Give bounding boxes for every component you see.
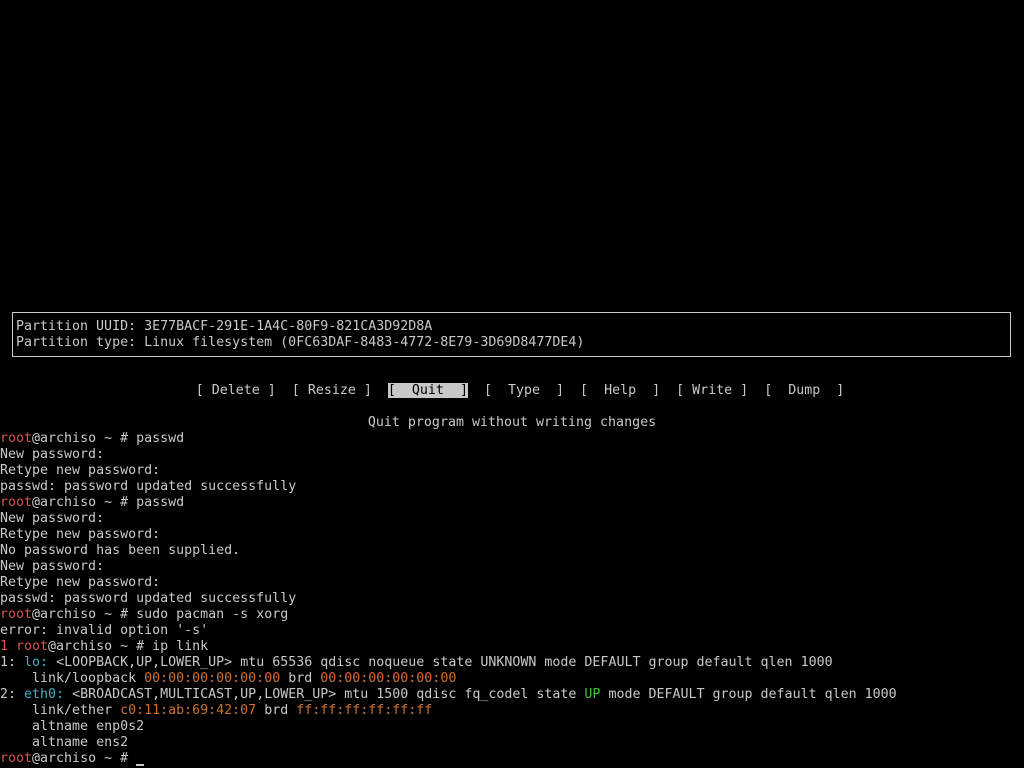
terminal-line: root@archiso ~ # passwd — [0, 495, 184, 511]
terminal-line: 2: eth0: <BROADCAST,MULTICAST,UP,LOWER_U… — [0, 687, 897, 703]
interface-index: 1: — [0, 655, 25, 670]
command-text: ip link — [152, 639, 209, 654]
prompt-host: @archiso ~ # — [32, 751, 137, 766]
interface-name: eth0: — [24, 687, 65, 702]
exit-status: 1 — [0, 639, 17, 654]
state-up: UP — [584, 687, 601, 702]
interface-name: lo: — [24, 655, 49, 670]
terminal-line: New password: — [0, 447, 105, 462]
partition-uuid: Partition UUID: 3E77BACF-291E-1A4C-80F9-… — [16, 319, 433, 334]
terminal-line: New password: — [0, 511, 105, 526]
terminal-line: New password: — [0, 559, 105, 574]
delete-button[interactable]: [ Delete ] — [196, 383, 276, 398]
interface-details: mode DEFAULT group default qlen 1000 — [600, 687, 897, 702]
prompt-host: @archiso ~ # — [32, 495, 137, 510]
terminal-line: error: invalid option '-s' — [0, 623, 209, 638]
command-text: sudo pacman -s xorg — [136, 607, 289, 622]
interface-flags: <LOOPBACK,UP,LOWER_UP> mtu 65536 qdisc n… — [48, 655, 833, 670]
interface-index: 2: — [0, 687, 25, 702]
terminal-input-line[interactable]: root@archiso ~ # — [0, 751, 145, 767]
terminal-line: root@archiso ~ # sudo pacman -s xorg — [0, 607, 288, 623]
prompt-user: root — [16, 639, 49, 654]
terminal-line: 1: lo: <LOOPBACK,UP,LOWER_UP> mtu 65536 … — [0, 655, 833, 671]
terminal-line: root@archiso ~ # passwd — [0, 431, 184, 447]
terminal-line: link/ether c0:11:ab:69:42:07 brd ff:ff:f… — [0, 703, 432, 719]
prompt-host: @archiso ~ # — [48, 639, 153, 654]
cursor — [136, 764, 145, 766]
terminal-line: altname ens2 — [0, 735, 129, 750]
terminal-line: Retype new password: — [0, 463, 161, 478]
command-text: passwd — [136, 495, 185, 510]
link-label: link/ether — [0, 703, 121, 718]
prompt-host: @archiso ~ # — [32, 431, 137, 446]
mac-address: c0:11:ab:69:42:07 — [120, 703, 257, 718]
type-button[interactable]: [ Type ] — [484, 383, 564, 398]
prompt-user: root — [0, 495, 33, 510]
interface-flags: <BROADCAST,MULTICAST,UP,LOWER_UP> mtu 15… — [64, 687, 585, 702]
terminal-line: passwd: password updated successfully — [0, 591, 297, 606]
terminal-line: altname enp0s2 — [0, 719, 145, 734]
terminal-line: passwd: password updated successfully — [0, 479, 297, 494]
mac-address: 00:00:00:00:00:00 — [144, 671, 281, 686]
brd-label: brd — [256, 703, 297, 718]
dump-button[interactable]: [ Dump ] — [764, 383, 844, 398]
link-label: link/loopback — [0, 671, 145, 686]
partition-type: Partition type: Linux filesystem (0FC63D… — [16, 335, 585, 350]
prompt-host: @archiso ~ # — [32, 607, 137, 622]
terminal-line: link/loopback 00:00:00:00:00:00 brd 00:0… — [0, 671, 456, 687]
terminal-line: Retype new password: — [0, 527, 161, 542]
menu-hint: Quit program without writing changes — [367, 415, 657, 430]
write-button[interactable]: [ Write ] — [676, 383, 748, 398]
terminal-line: 1 root@archiso ~ # ip link — [0, 639, 208, 655]
partition-info-box: Partition UUID: 3E77BACF-291E-1A4C-80F9-… — [12, 312, 1011, 357]
cfdisk-menu: [ Delete ] [ Resize ] [ Quit ] [ Type ] … — [0, 367, 1024, 398]
help-button[interactable]: [ Help ] — [580, 383, 660, 398]
prompt-user: root — [0, 607, 33, 622]
broadcast-address: 00:00:00:00:00:00 — [320, 671, 457, 686]
resize-button[interactable]: [ Resize ] — [292, 383, 372, 398]
terminal-line: Retype new password: — [0, 575, 161, 590]
broadcast-address: ff:ff:ff:ff:ff:ff — [296, 703, 433, 718]
quit-button[interactable]: [ Quit ] — [387, 383, 468, 398]
terminal-line: No password has been supplied. — [0, 543, 241, 558]
brd-label: brd — [280, 671, 321, 686]
prompt-user: root — [0, 431, 33, 446]
prompt-user: root — [0, 751, 33, 766]
command-text: passwd — [136, 431, 185, 446]
